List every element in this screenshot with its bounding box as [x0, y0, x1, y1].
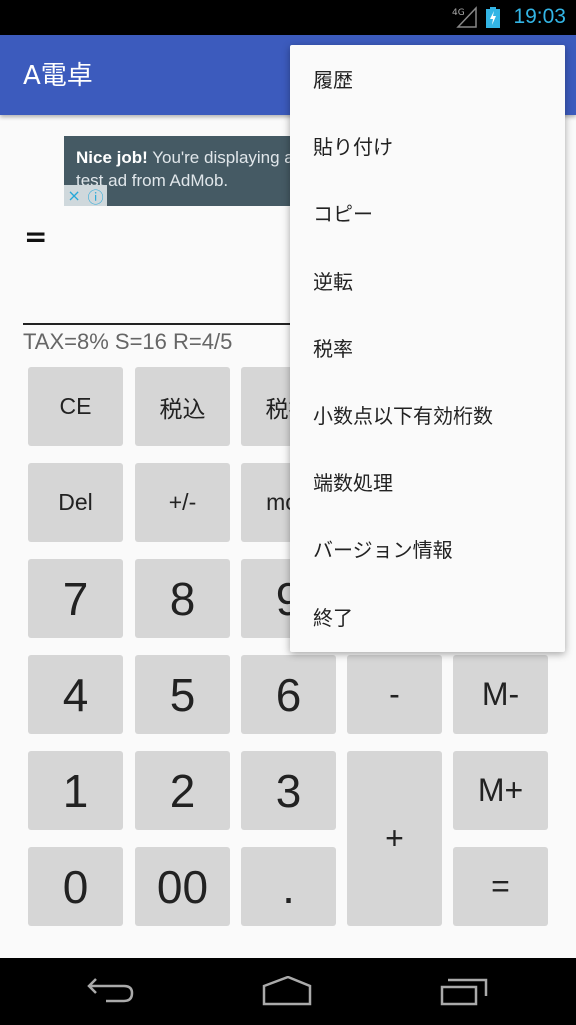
- menu-item-tax-rate[interactable]: 税率: [290, 314, 565, 381]
- delete-button[interactable]: Del: [28, 463, 123, 542]
- sign-toggle-button[interactable]: +/-: [135, 463, 230, 542]
- digit-5-button[interactable]: 5: [135, 655, 230, 734]
- status-bar: 4G 19:03: [0, 0, 576, 35]
- plus-button[interactable]: +: [347, 751, 442, 926]
- clock: 19:03: [513, 5, 566, 28]
- battery-charging-icon: [486, 7, 500, 28]
- memory-minus-button[interactable]: M-: [453, 655, 548, 734]
- svg-text:4G: 4G: [452, 8, 465, 18]
- menu-item-reverse[interactable]: 逆転: [290, 247, 565, 314]
- digit-6-button[interactable]: 6: [241, 655, 336, 734]
- home-icon[interactable]: [262, 976, 314, 1006]
- ad-controls: × ⓘ: [64, 184, 107, 208]
- digit-00-button[interactable]: 00: [135, 847, 230, 926]
- menu-item-paste[interactable]: 貼り付け: [290, 112, 565, 179]
- clear-entry-button[interactable]: CE: [28, 367, 123, 446]
- menu-item-exit[interactable]: 終了: [290, 583, 565, 650]
- digit-0-button[interactable]: 0: [28, 847, 123, 926]
- menu-item-copy[interactable]: コピー: [290, 179, 565, 246]
- digit-4-button[interactable]: 4: [28, 655, 123, 734]
- digit-3-button[interactable]: 3: [241, 751, 336, 830]
- recents-icon[interactable]: [440, 976, 492, 1006]
- signal-4g-icon: 4G: [452, 6, 477, 28]
- ad-close-icon[interactable]: ×: [67, 186, 80, 205]
- ad-info-icon[interactable]: ⓘ: [88, 184, 104, 208]
- memory-plus-button[interactable]: M+: [453, 751, 548, 830]
- settings-info: TAX=8% S=16 R=4/5: [23, 329, 233, 354]
- navigation-bar: [0, 958, 576, 1025]
- minus-button[interactable]: -: [347, 655, 442, 734]
- menu-item-rounding[interactable]: 端数処理: [290, 448, 565, 515]
- ad-bold-text: Nice job!: [76, 148, 148, 167]
- back-icon[interactable]: [86, 976, 136, 1006]
- app-title: A電卓: [23, 61, 93, 91]
- decimal-point-button[interactable]: .: [241, 847, 336, 926]
- result-display: =: [24, 220, 48, 253]
- menu-item-version-info[interactable]: バージョン情報: [290, 515, 565, 582]
- tax-included-button[interactable]: 税込: [135, 367, 230, 446]
- ad-text: You're displaying a: [147, 148, 294, 167]
- display-divider: [23, 323, 323, 325]
- digit-7-button[interactable]: 7: [28, 559, 123, 638]
- digit-1-button[interactable]: 1: [28, 751, 123, 830]
- digit-8-button[interactable]: 8: [135, 559, 230, 638]
- equals-button[interactable]: =: [453, 847, 548, 926]
- overflow-menu: 履歴 貼り付け コピー 逆転 税率 小数点以下有効桁数 端数処理 バージョン情報…: [290, 45, 565, 652]
- menu-item-history[interactable]: 履歴: [290, 45, 565, 112]
- menu-item-decimal-digits[interactable]: 小数点以下有効桁数: [290, 381, 565, 448]
- digit-2-button[interactable]: 2: [135, 751, 230, 830]
